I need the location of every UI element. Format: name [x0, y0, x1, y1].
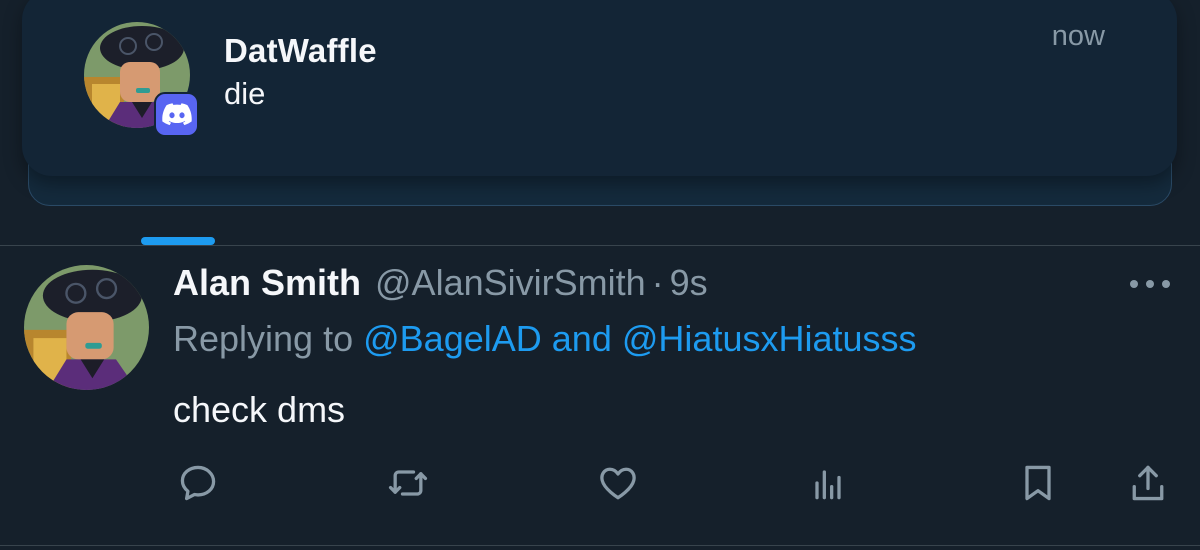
replying-to-label: Replying to: [173, 318, 354, 359]
discord-icon: [154, 92, 199, 137]
tweet-header: Alan Smith @AlanSivirSmith · 9s: [173, 262, 708, 306]
retweet-icon[interactable]: [383, 458, 433, 508]
more-options-icon[interactable]: [1130, 274, 1170, 294]
reply-icon[interactable]: [173, 458, 223, 508]
tweet-display-name[interactable]: Alan Smith: [173, 262, 361, 304]
discord-notification[interactable]: DatWaffle die now: [22, 0, 1177, 176]
mention-link-1[interactable]: @BagelAD: [363, 318, 542, 359]
notification-message: die: [224, 76, 266, 111]
tweet-timestamp[interactable]: 9s: [670, 262, 708, 304]
bookmark-icon[interactable]: [1013, 458, 1063, 508]
tweet-action-bar: [0, 458, 1200, 508]
share-icon[interactable]: [1123, 458, 1173, 508]
notification-sender-name: DatWaffle: [224, 32, 377, 69]
active-tab-indicator: [141, 237, 215, 245]
mention-link-2[interactable]: @HiatusxHiatusss: [622, 318, 917, 359]
twitter-screen: DatWaffle die now Alan Smith @AlanSivirS…: [0, 0, 1200, 550]
header-separator: ·: [651, 262, 664, 303]
replying-to-line: Replying to @BagelAD and @HiatusxHiatuss…: [173, 318, 917, 360]
tweet-text: check dms: [173, 389, 346, 430]
replying-and[interactable]: and: [552, 318, 612, 359]
notification-time: now: [1051, 20, 1105, 52]
like-icon[interactable]: [593, 458, 643, 508]
divider: [0, 245, 1200, 246]
tweet-author-avatar[interactable]: [24, 265, 149, 390]
divider-bottom: [0, 545, 1200, 546]
tweet-handle[interactable]: @AlanSivirSmith: [375, 262, 646, 304]
analytics-icon[interactable]: [803, 458, 853, 508]
